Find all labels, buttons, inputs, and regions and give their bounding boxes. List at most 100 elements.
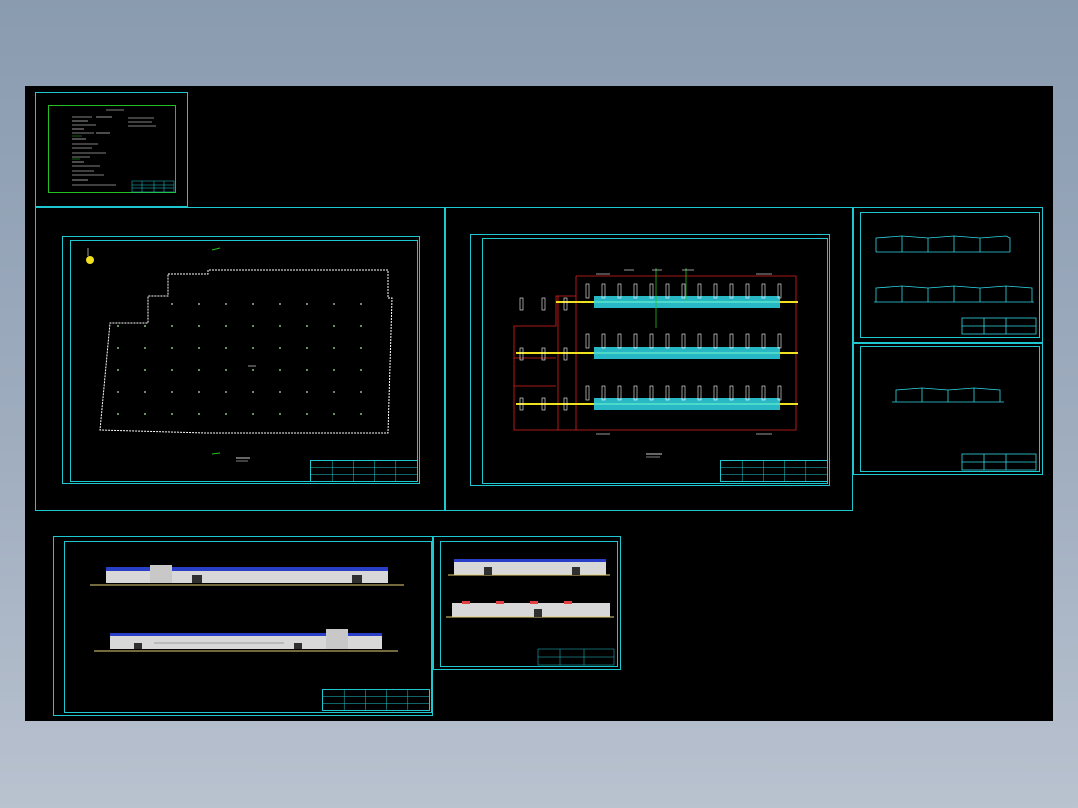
column-mark — [745, 283, 750, 299]
elevation-drawing-2 — [446, 559, 615, 666]
column-mark — [633, 283, 638, 299]
grid-dot — [360, 391, 362, 393]
column-mark — [729, 283, 734, 299]
grid-dot — [252, 347, 254, 349]
grid-dot — [144, 391, 146, 393]
column-mark — [601, 333, 606, 349]
column-mark — [585, 333, 590, 349]
grid-dot — [225, 303, 227, 305]
column-mark — [617, 333, 622, 349]
site-plan-title-block — [310, 460, 418, 482]
grid-dot — [360, 325, 362, 327]
grid-dot — [117, 325, 119, 327]
grid-dot — [117, 413, 119, 415]
column-mark — [681, 385, 686, 401]
grid-dot — [279, 369, 281, 371]
grid-dot — [252, 325, 254, 327]
grid-dot — [333, 369, 335, 371]
column-mark — [761, 283, 766, 299]
grid-dot — [306, 303, 308, 305]
grid-dot — [225, 325, 227, 327]
elevation-sheet-2[interactable] — [433, 536, 621, 670]
grid-dot — [171, 413, 173, 415]
column-mark — [601, 283, 606, 299]
grid-dot — [333, 391, 335, 393]
grid-dot — [198, 347, 200, 349]
grid-dot — [360, 347, 362, 349]
column-mark — [777, 283, 782, 299]
grid-dot — [171, 391, 173, 393]
column-mark — [633, 385, 638, 401]
column-mark — [649, 283, 654, 299]
grid-dot — [198, 325, 200, 327]
column-mark — [665, 283, 670, 299]
column-mark — [633, 333, 638, 349]
column-mark — [729, 333, 734, 349]
grid-dot — [252, 303, 254, 305]
grid-dot — [171, 303, 173, 305]
grid-dot — [171, 347, 173, 349]
column-mark — [713, 333, 718, 349]
section-sheet-1[interactable] — [853, 207, 1043, 343]
column-mark — [745, 333, 750, 349]
grid-dot — [198, 391, 200, 393]
column-mark — [713, 385, 718, 401]
grid-dot — [144, 347, 146, 349]
floor-plan-sheet[interactable] — [445, 207, 853, 511]
cad-model-space[interactable] — [25, 86, 1053, 721]
grid-dot — [360, 369, 362, 371]
column-mark — [729, 385, 734, 401]
column-mark — [585, 385, 590, 401]
column-mark — [617, 283, 622, 299]
grid-dot — [333, 347, 335, 349]
column-mark — [601, 385, 606, 401]
notes-sheet[interactable] — [35, 92, 188, 207]
column-mark — [649, 385, 654, 401]
column-mark — [697, 283, 702, 299]
site-plan-sheet[interactable] — [35, 207, 445, 511]
grid-dot — [225, 413, 227, 415]
grid-dot — [279, 391, 281, 393]
column-mark — [761, 385, 766, 401]
grid-dot — [252, 391, 254, 393]
grid-dot — [171, 325, 173, 327]
grid-dot — [198, 303, 200, 305]
grid-dot — [279, 413, 281, 415]
section-sheet-2[interactable] — [853, 343, 1043, 475]
grid-dot — [171, 369, 173, 371]
section-drawing-2 — [892, 387, 1037, 471]
grid-dot — [333, 413, 335, 415]
column-mark — [665, 385, 670, 401]
column-mark — [681, 283, 686, 299]
grid-dot — [279, 303, 281, 305]
column-mark — [541, 297, 546, 311]
grid-dot — [279, 347, 281, 349]
column-mark — [681, 333, 686, 349]
title-block-grid — [721, 461, 827, 481]
grid-dot — [306, 369, 308, 371]
grid-dot — [279, 325, 281, 327]
grid-dot — [306, 347, 308, 349]
grid-dot — [144, 369, 146, 371]
column-mark — [697, 385, 702, 401]
column-mark — [585, 283, 590, 299]
grid-dot — [225, 391, 227, 393]
elevation-sheet-1[interactable] — [53, 536, 433, 716]
elevation-sheet-1-title-block — [322, 689, 430, 711]
grid-dot — [144, 325, 146, 327]
column-mark — [745, 385, 750, 401]
grid-dot — [360, 413, 362, 415]
grid-dot — [117, 347, 119, 349]
grid-dot — [144, 413, 146, 415]
grid-dot — [225, 369, 227, 371]
title-block-grid — [323, 690, 429, 710]
column-mark — [777, 333, 782, 349]
column-mark — [665, 333, 670, 349]
column-mark — [697, 333, 702, 349]
grid-dot — [198, 369, 200, 371]
grid-dot — [333, 325, 335, 327]
floor-plan-title-block — [720, 460, 828, 482]
section-drawing-1 — [874, 235, 1037, 335]
column-mark — [713, 283, 718, 299]
grid-dot — [225, 347, 227, 349]
